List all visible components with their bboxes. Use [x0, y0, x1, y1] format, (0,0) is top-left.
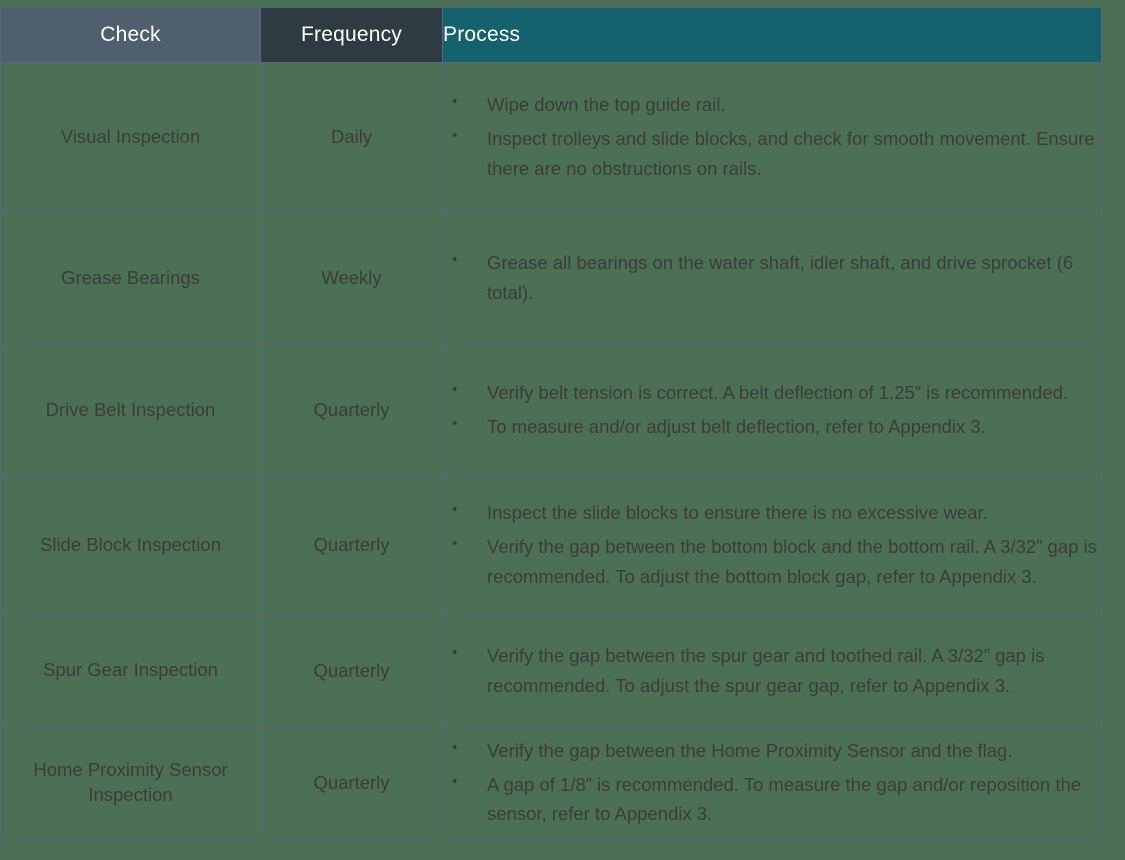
cell-frequency: Weekly [260, 211, 443, 345]
table-body: Visual InspectionDailyWipe down the top … [0, 62, 1102, 839]
table-row: Home Proximity Sensor Inspection Quarterl… [0, 726, 1102, 839]
cell-frequency: Quarterly [260, 475, 443, 615]
cell-process: Grease all bearings on the water shaft, … [442, 211, 1102, 345]
table-header-row: Check Frequency Process [0, 7, 1102, 63]
cell-check: Visual Inspection [0, 62, 261, 212]
process-list: Verify the gap between the Home Proximit… [443, 735, 1101, 830]
table-row: Visual InspectionDailyWipe down the top … [0, 62, 1102, 212]
cell-process: Verify the gap between the spur gear and… [442, 614, 1102, 727]
cell-frequency: Quarterly [260, 726, 443, 839]
process-list-item: Verify the gap between the spur gear and… [443, 640, 1101, 701]
table-row: Grease BearingsWeeklyGrease all bearings… [0, 211, 1102, 345]
process-list: Wipe down the top guide rail.Inspect tro… [443, 89, 1101, 184]
column-header-frequency: Frequency [260, 7, 443, 63]
process-list-item: Wipe down the top guide rail. [443, 89, 1101, 120]
column-header-check: Check [0, 7, 261, 63]
cell-check: Home Proximity Sensor Inspection [0, 726, 261, 839]
cell-check: Drive Belt Inspection [0, 344, 261, 476]
table-row: Drive Belt InspectionQuarterlyVerify bel… [0, 344, 1102, 476]
process-list-item: Inspect trolleys and slide blocks, and c… [443, 123, 1101, 184]
table-row: Spur Gear InspectionQuarterlyVerify the … [0, 614, 1102, 727]
process-list-item: Grease all bearings on the water shaft, … [443, 247, 1101, 308]
cell-process: Wipe down the top guide rail.Inspect tro… [442, 62, 1102, 212]
process-list: Grease all bearings on the water shaft, … [443, 247, 1101, 308]
cell-process: Inspect the slide blocks to ensure there… [442, 475, 1102, 615]
table-header: Check Frequency Process [0, 7, 1102, 63]
process-list-item: Verify belt tension is correct. A belt d… [443, 377, 1101, 408]
cell-process: Verify belt tension is correct. A belt d… [442, 344, 1102, 476]
cell-check: Grease Bearings [0, 211, 261, 345]
column-header-process: Process [442, 7, 1102, 63]
cell-frequency: Quarterly [260, 614, 443, 727]
process-list-item: A gap of 1/8” is recommended. To measure… [443, 769, 1101, 830]
process-list: Verify belt tension is correct. A belt d… [443, 377, 1101, 442]
cell-frequency: Daily [260, 62, 443, 212]
process-list-item: Inspect the slide blocks to ensure there… [443, 497, 1101, 528]
cell-frequency: Quarterly [260, 344, 443, 476]
maintenance-schedule-table: Check Frequency Process Visual Inspectio… [0, 7, 1102, 839]
cell-check: Slide Block Inspection [0, 475, 261, 615]
cell-check: Spur Gear Inspection [0, 614, 261, 727]
cell-process: Verify the gap between the Home Proximit… [442, 726, 1102, 839]
process-list: Inspect the slide blocks to ensure there… [443, 497, 1101, 592]
process-list-item: Verify the gap between the Home Proximit… [443, 735, 1101, 766]
process-list-item: To measure and/or adjust belt deflection… [443, 411, 1101, 442]
table-row: Slide Block InspectionQuarterlyInspect t… [0, 475, 1102, 615]
process-list: Verify the gap between the spur gear and… [443, 640, 1101, 701]
process-list-item: Verify the gap between the bottom block … [443, 531, 1101, 592]
